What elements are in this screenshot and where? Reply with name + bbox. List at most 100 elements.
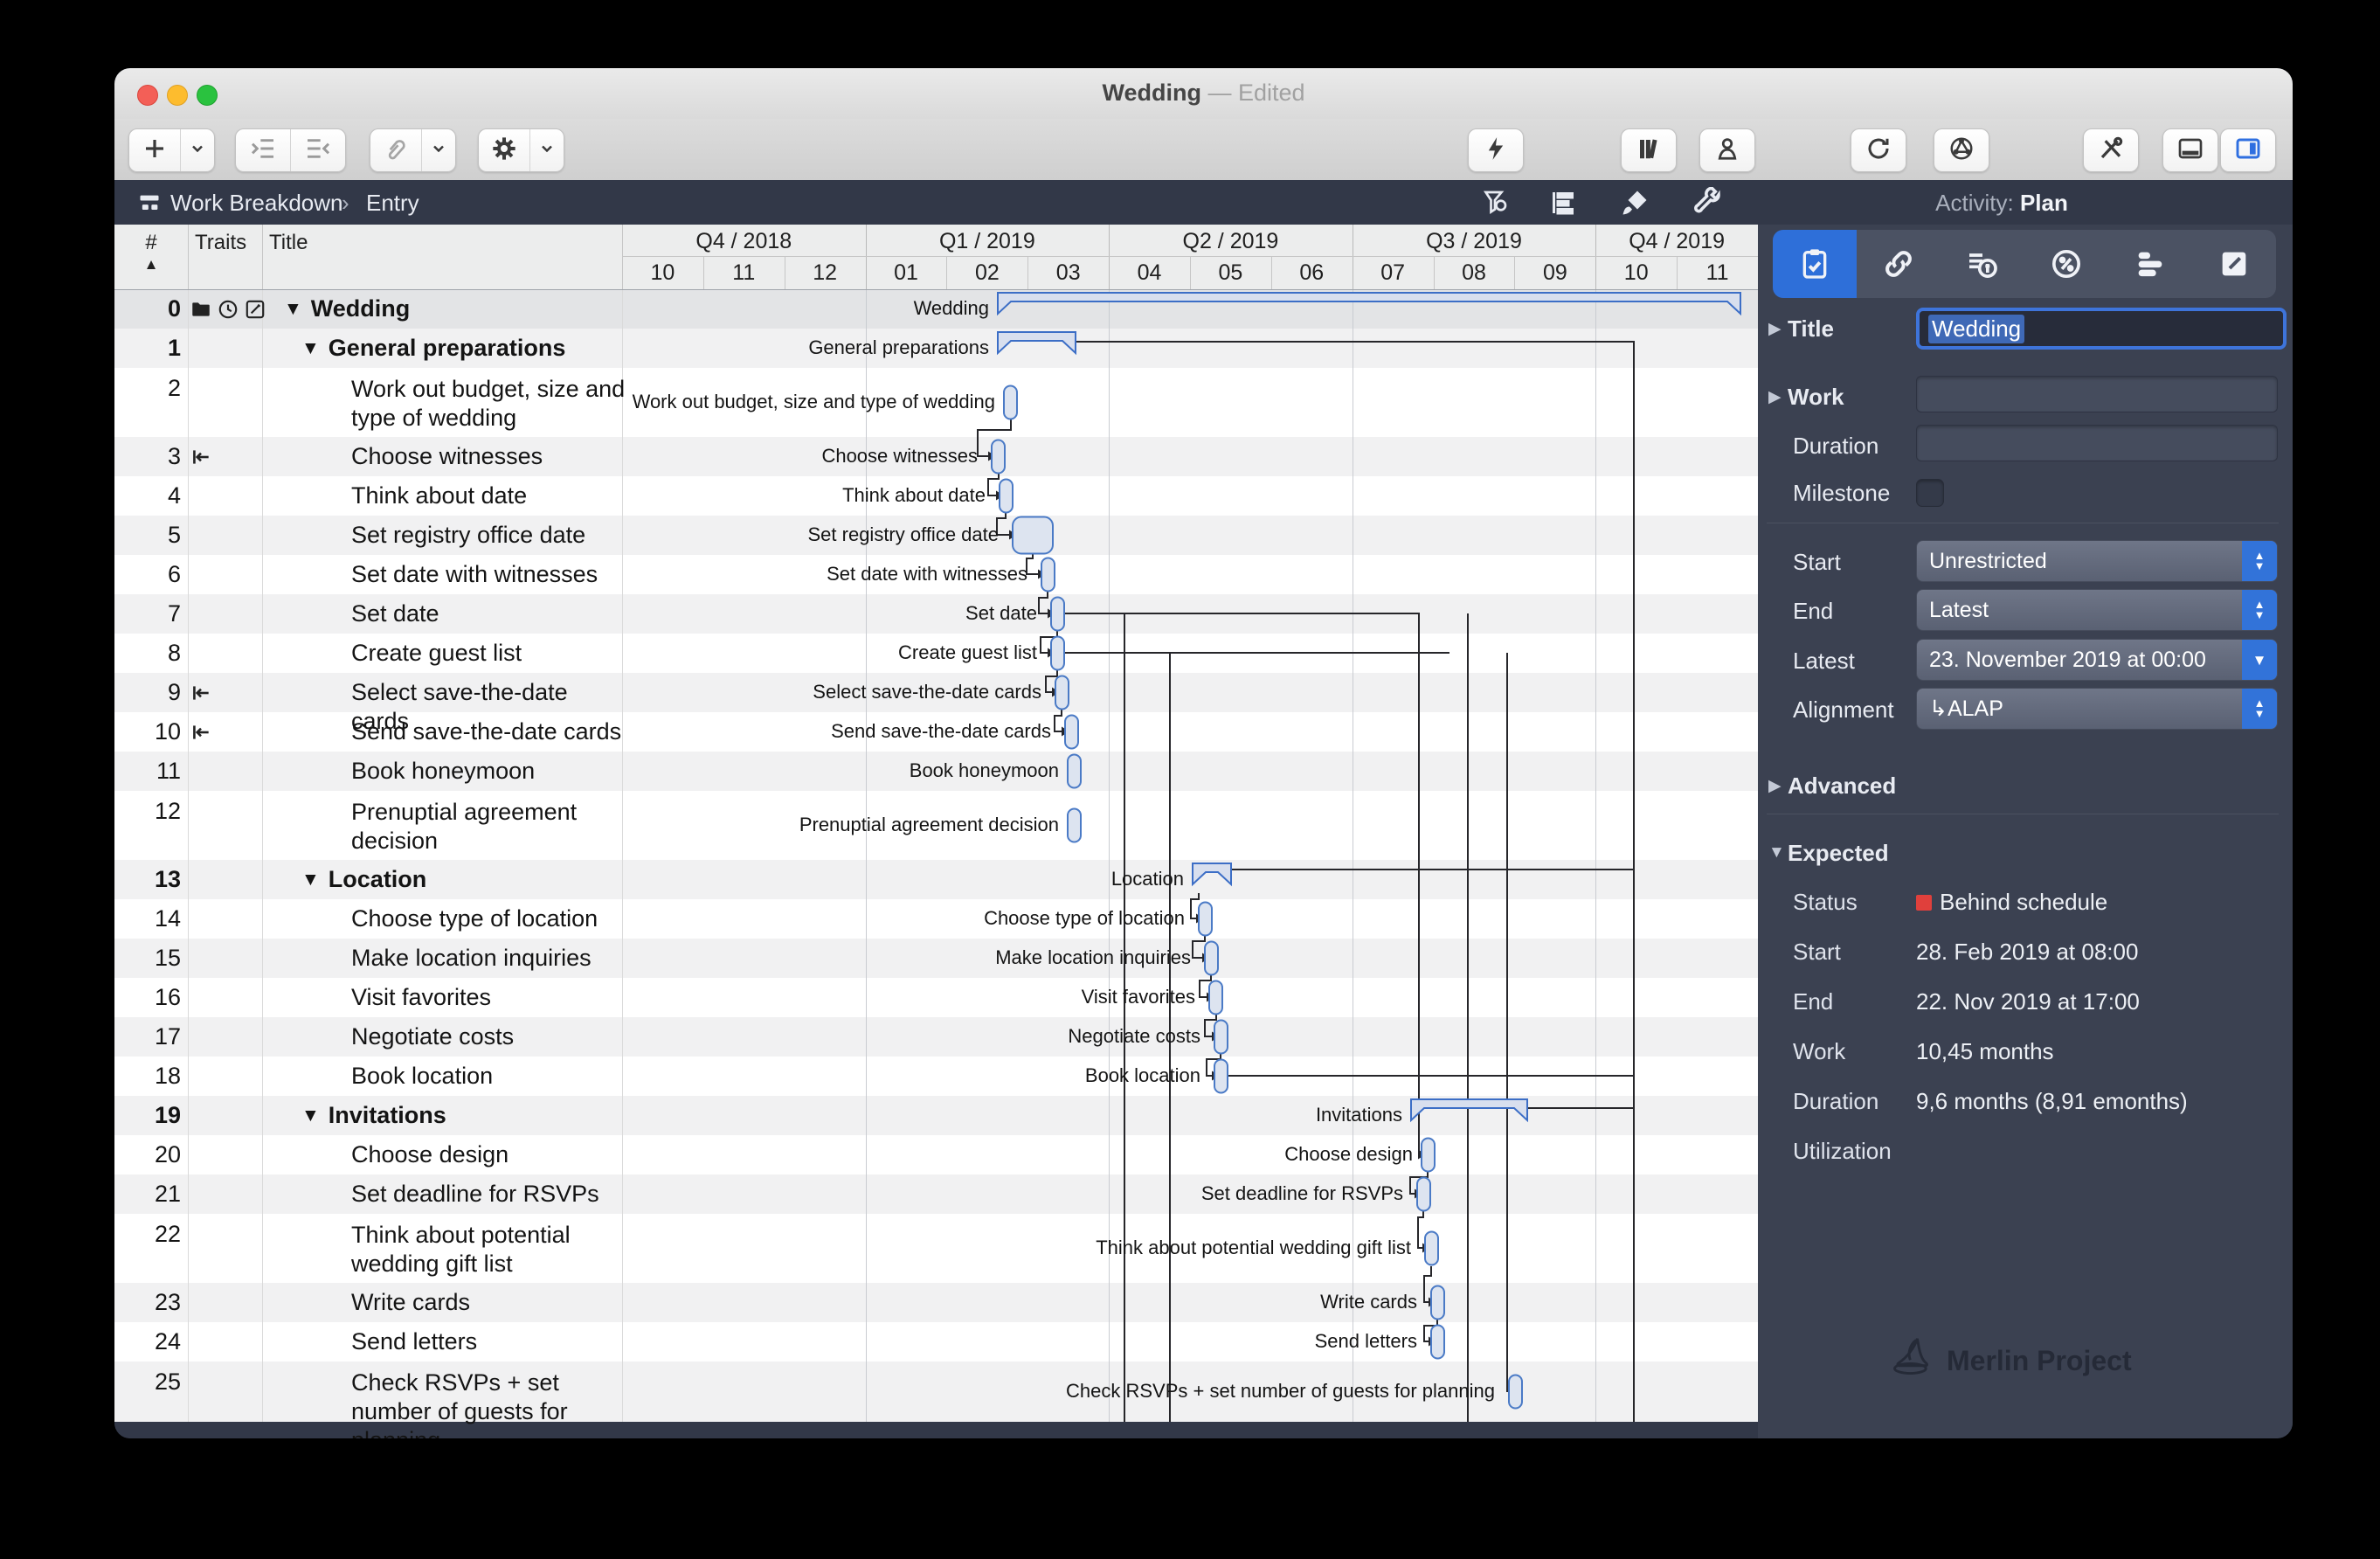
- start-popup[interactable]: Unrestricted▲▼: [1916, 540, 2278, 582]
- work-disclosure[interactable]: ▶: [1768, 387, 1782, 407]
- settings-wrench-button[interactable]: [1692, 187, 1724, 225]
- attach-button[interactable]: [370, 129, 421, 171]
- row-title[interactable]: Think about date: [351, 482, 631, 510]
- row-title[interactable]: Create guest list: [351, 639, 631, 668]
- row-title[interactable]: Choose witnesses: [351, 442, 631, 471]
- gantt-group-bar[interactable]: [1411, 1099, 1527, 1120]
- filter-button[interactable]: [1479, 187, 1511, 225]
- indent-button[interactable]: [236, 129, 290, 171]
- timeline-month[interactable]: 09: [1514, 258, 1595, 288]
- gantt-task-bar[interactable]: [1068, 755, 1081, 788]
- gantt-task-bar[interactable]: [1065, 716, 1078, 749]
- gantt-task-bar[interactable]: [1417, 1178, 1430, 1211]
- row-title[interactable]: Visit favorites: [351, 983, 631, 1012]
- gantt-task-bar[interactable]: [1004, 386, 1017, 419]
- breadcrumb-view[interactable]: Work Breakdown: [170, 190, 343, 217]
- row-title[interactable]: Send letters: [351, 1327, 631, 1356]
- alignment-popup[interactable]: ↳ALAP▲▼: [1916, 688, 2278, 730]
- gantt-task-bar[interactable]: [992, 440, 1005, 474]
- network-button[interactable]: [1934, 128, 1989, 172]
- row-title[interactable]: Think about potential wedding gift list: [351, 1221, 631, 1278]
- gantt-task-bar[interactable]: [1425, 1232, 1438, 1265]
- title-input[interactable]: Wedding: [1916, 308, 2287, 350]
- timeline-month[interactable]: 04: [1109, 258, 1190, 288]
- timeline-month[interactable]: 08: [1434, 258, 1515, 288]
- timeline-month[interactable]: 07: [1353, 258, 1434, 288]
- attach-options-button[interactable]: [421, 129, 455, 171]
- gantt-task-bar[interactable]: [1509, 1375, 1522, 1409]
- row-title[interactable]: ▼Wedding: [284, 294, 572, 325]
- collapse-caret-icon[interactable]: ▼: [301, 870, 320, 890]
- row-title[interactable]: Prenuptial agreement decision: [351, 798, 631, 856]
- gantt-task-bar[interactable]: [1431, 1286, 1444, 1320]
- tools-button[interactable]: [2083, 128, 2139, 172]
- timeline-month[interactable]: 11: [703, 258, 785, 288]
- timeline-quarter[interactable]: Q1 / 2019: [866, 226, 1110, 256]
- timeline-month[interactable]: 05: [1190, 258, 1271, 288]
- sync-button[interactable]: [1851, 128, 1906, 172]
- collapse-caret-icon[interactable]: ▼: [301, 338, 320, 358]
- end-popup[interactable]: Latest▲▼: [1916, 589, 2278, 631]
- style-brush-button[interactable]: [1619, 187, 1650, 225]
- inspector-tab-utilization[interactable]: [2024, 230, 2108, 298]
- row-title[interactable]: Check RSVPs + set number of guests for p…: [351, 1368, 631, 1438]
- row-title[interactable]: Set date with witnesses: [351, 560, 631, 589]
- timeline-quarter[interactable]: Q2 / 2019: [1109, 226, 1353, 256]
- inspector-tab-finance[interactable]: [1941, 230, 2024, 298]
- row-title[interactable]: ▼General preparations: [301, 334, 590, 364]
- gantt-task-bar[interactable]: [1041, 558, 1055, 592]
- outdent-button[interactable]: [290, 129, 345, 171]
- row-title[interactable]: Book honeymoon: [351, 757, 631, 786]
- row-title[interactable]: Negotiate costs: [351, 1022, 631, 1051]
- gantt-task-bar[interactable]: [1051, 637, 1064, 670]
- work-input[interactable]: [1916, 376, 2278, 412]
- timeline-month[interactable]: 12: [785, 258, 866, 288]
- timeline-quarter[interactable]: Q4 / 2018: [622, 226, 866, 256]
- milestone-checkbox[interactable]: [1916, 479, 1944, 507]
- timeline-quarter[interactable]: Q3 / 2019: [1353, 226, 1596, 256]
- row-title[interactable]: Set date: [351, 599, 631, 628]
- row-title[interactable]: Set registry office date: [351, 521, 631, 550]
- row-title[interactable]: Choose type of location: [351, 904, 631, 933]
- inspector-tab-groups[interactable]: [2108, 230, 2192, 298]
- gantt-task-bar[interactable]: [1055, 676, 1069, 710]
- duration-input[interactable]: [1916, 425, 2278, 461]
- gantt-group-bar[interactable]: [998, 293, 1740, 314]
- row-title[interactable]: Write cards: [351, 1288, 631, 1317]
- latest-dropdown[interactable]: 23. November 2019 at 00:00▼: [1916, 639, 2278, 681]
- gantt-task-bar[interactable]: [1199, 903, 1212, 936]
- gantt-task-bar[interactable]: [1051, 598, 1064, 631]
- row-title[interactable]: Make location inquiries: [351, 944, 631, 973]
- timeline-month[interactable]: 01: [866, 258, 947, 288]
- timeline-month[interactable]: 06: [1271, 258, 1353, 288]
- expected-disclosure[interactable]: ▼: [1768, 843, 1785, 863]
- inspector-tab-links[interactable]: [1857, 230, 1941, 298]
- panel-right-toggle[interactable]: [2220, 128, 2276, 172]
- row-title[interactable]: Book location: [351, 1062, 631, 1091]
- gantt-task-bar[interactable]: [1000, 480, 1013, 513]
- inspector-tab-info[interactable]: [1773, 230, 1857, 298]
- gantt-task-bar[interactable]: [1422, 1139, 1435, 1172]
- settings-options-button[interactable]: [529, 129, 564, 171]
- timeline-month[interactable]: 02: [946, 258, 1027, 288]
- settings-button[interactable]: [479, 129, 529, 171]
- add-button[interactable]: [129, 129, 180, 171]
- resources-button[interactable]: [1699, 128, 1755, 172]
- outline-button[interactable]: [1547, 187, 1579, 225]
- gantt-task-bar[interactable]: [1214, 1021, 1228, 1054]
- row-title[interactable]: Set deadline for RSVPs: [351, 1180, 631, 1209]
- timeline-month[interactable]: 10: [622, 258, 703, 288]
- row-title[interactable]: Work out budget, size and type of weddin…: [351, 375, 631, 433]
- activity-lightning-button[interactable]: [1468, 128, 1524, 172]
- timeline-month[interactable]: 03: [1027, 258, 1109, 288]
- gantt-task-bar[interactable]: [1431, 1326, 1444, 1359]
- gantt-task-bar[interactable]: [1205, 942, 1218, 975]
- add-options-button[interactable]: [180, 129, 214, 171]
- row-title[interactable]: Choose design: [351, 1140, 631, 1169]
- gantt-task-bar[interactable]: [1013, 517, 1053, 554]
- row-title[interactable]: ▼Invitations: [301, 1101, 590, 1132]
- column-header-num[interactable]: #: [114, 226, 188, 260]
- library-button[interactable]: [1621, 128, 1677, 172]
- advanced-disclosure[interactable]: ▶: [1768, 776, 1782, 796]
- row-title[interactable]: ▼Location: [301, 865, 590, 896]
